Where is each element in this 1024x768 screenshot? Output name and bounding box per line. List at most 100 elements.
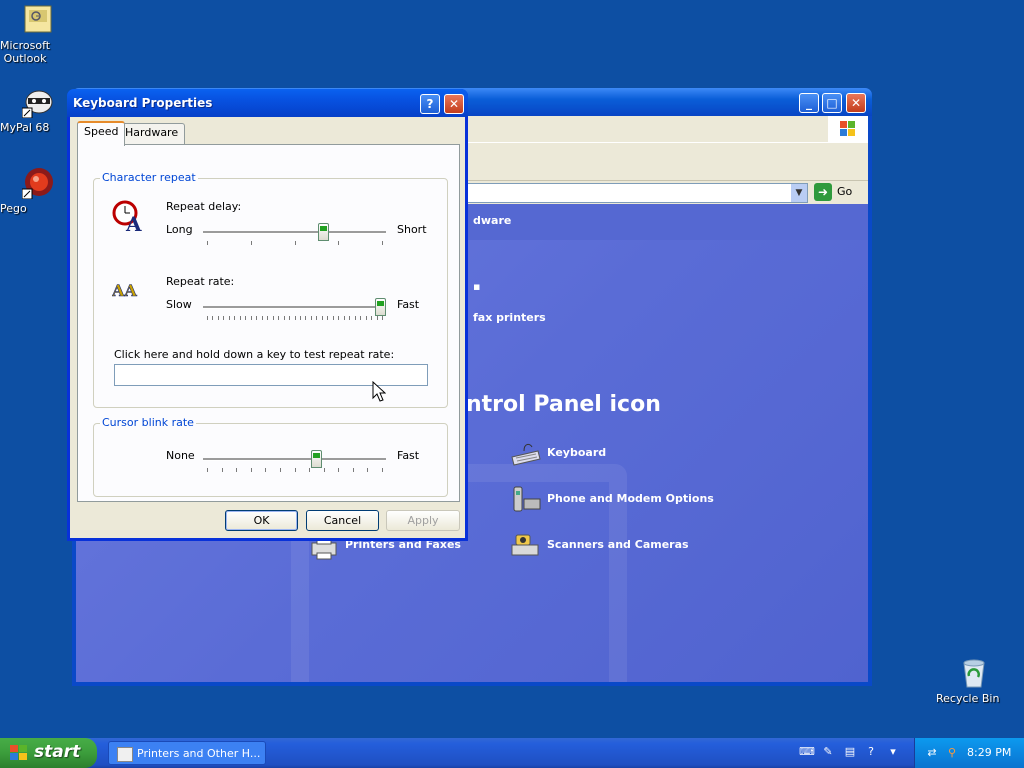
keyboard-properties-dialog[interactable]: Keyboard Properties ? ✕ Speed Hardware C… [67,89,468,541]
test-repeat-label: Click here and hold down a key to test r… [114,348,395,361]
search-tray-icon[interactable]: ⚲ [945,746,959,760]
slider-tick [349,316,350,320]
slider-tick [338,468,339,472]
phone-icon [510,485,542,515]
cp-item-label: Scanners and Cameras [547,538,689,551]
desktop-icon-outlook[interactable]: Microsoft Outlook [0,4,76,65]
mypal-icon [21,86,54,119]
slider-tick [207,316,208,320]
maximize-button[interactable]: □ [822,93,842,113]
slider-tick [212,316,213,320]
repeat-rate-max-label: Fast [397,298,420,311]
repeat-delay-max-label: Short [397,223,427,236]
slider-tick [327,316,328,320]
desktop-icon-pego[interactable]: Pego [0,167,76,215]
cursor-blink-min-label: None [166,449,195,462]
clock: 8:29 PM [967,746,1012,759]
slider-tick [236,468,237,472]
chevron-down-icon[interactable]: ▼ [791,184,807,202]
slider-tick [305,316,306,320]
help-button[interactable]: ? [420,94,440,114]
speed-tab-panel: Character repeat A Repeat delay: Long Sh… [77,144,460,502]
slider-tick [360,316,361,320]
tab-speed[interactable]: Speed [77,121,126,146]
slider-tick [284,316,285,320]
slider-tick [251,468,252,472]
cursor-blink-legend: Cursor blink rate [100,416,196,429]
slider-tick [322,316,323,320]
slider-tick [267,316,268,320]
slider-thumb[interactable] [318,223,329,241]
slider-tick [344,316,345,320]
slider-tick [251,316,252,320]
scanner-icon [510,531,542,561]
repeat-delay-label: Repeat delay: [166,200,242,213]
slider-tick [245,316,246,320]
slider-tick [223,316,224,320]
slider-tick [371,316,372,320]
slider-tick [333,316,334,320]
slider-thumb[interactable] [311,450,322,468]
desktop-icon-recycle-bin[interactable]: Recycle Bin [936,657,1012,705]
cp-link-hardware[interactable]: dware [473,214,511,227]
svg-text:AA: AA [112,281,137,300]
cancel-button[interactable]: Cancel [306,510,379,531]
slider-tick [295,468,296,472]
keyboard-icon [510,439,542,469]
slider-tick [295,241,296,245]
slider-tick [240,316,241,320]
slider-tick [355,316,356,320]
pen-tray-icon[interactable]: ✎ [821,745,835,759]
help-tray-icon[interactable]: ? [864,745,878,759]
dialog-titlebar[interactable]: Keyboard Properties ? ✕ [67,89,468,117]
taskbar-item-printers[interactable]: Printers and Other H... [108,741,266,765]
repeat-rate-slider[interactable] [203,298,386,328]
slider-tick [382,468,383,472]
apply-button[interactable]: Apply [386,510,460,531]
minimize-button[interactable]: _ [799,93,819,113]
desktop-icon-label: Recycle Bin [936,692,1000,705]
ok-button[interactable]: OK [225,510,298,531]
slider-tick [353,468,354,472]
cp-item-label: Phone and Modem Options [547,492,714,505]
repeat-rate-min-label: Slow [166,298,192,311]
cp-link-fax-printers[interactable]: fax printers [473,311,546,324]
slider-tick [278,316,279,320]
keyboard-tray-icon[interactable]: ⌨ [799,745,815,759]
desktop-icon-label: Pego [0,202,27,215]
slider-thumb[interactable] [375,298,386,316]
tab-hardware[interactable]: Hardware [118,123,186,144]
repeat-delay-slider[interactable] [203,223,386,253]
slider-tick [273,316,274,320]
character-repeat-group: Character repeat A Repeat delay: Long Sh… [93,171,448,408]
repeat-delay-min-label: Long [166,223,193,236]
close-button[interactable]: ✕ [846,93,866,113]
start-button[interactable]: start [0,738,97,768]
network-tray-icon[interactable]: ⇄ [925,746,939,760]
cursor-blink-max-label: Fast [397,449,420,462]
options-tray-icon[interactable]: ▾ [886,745,900,759]
slider-tick [251,241,252,245]
windows-flag-icon [10,745,27,760]
language-tray-icon[interactable]: ▤ [843,745,857,759]
slider-tick [300,316,301,320]
slider-tick [382,316,383,320]
repeat-rate-label: Repeat rate: [166,275,235,288]
slider-tick [316,316,317,320]
go-button[interactable]: ➜ Go [814,183,862,201]
dialog-body: Speed Hardware Character repeat A Repeat… [70,117,465,538]
slider-tick [295,316,296,320]
slider-tick [338,241,339,245]
slider-tick [366,316,367,320]
desktop-icon-label: Microsoft [0,39,51,52]
slider-tick [289,316,290,320]
desktop-icon-mypal[interactable]: MyPal 68 [0,86,76,134]
slider-tick [324,468,325,472]
system-tray: ⇄ ⚲ 8:29 PM [914,738,1024,768]
dialog-close-button[interactable]: ✕ [444,94,464,114]
cursor-blink-slider[interactable] [203,450,386,480]
slider-tick [367,468,368,472]
slider-tick [377,316,378,320]
slider-tick [234,316,235,320]
cp-item-label: Keyboard [547,446,607,459]
